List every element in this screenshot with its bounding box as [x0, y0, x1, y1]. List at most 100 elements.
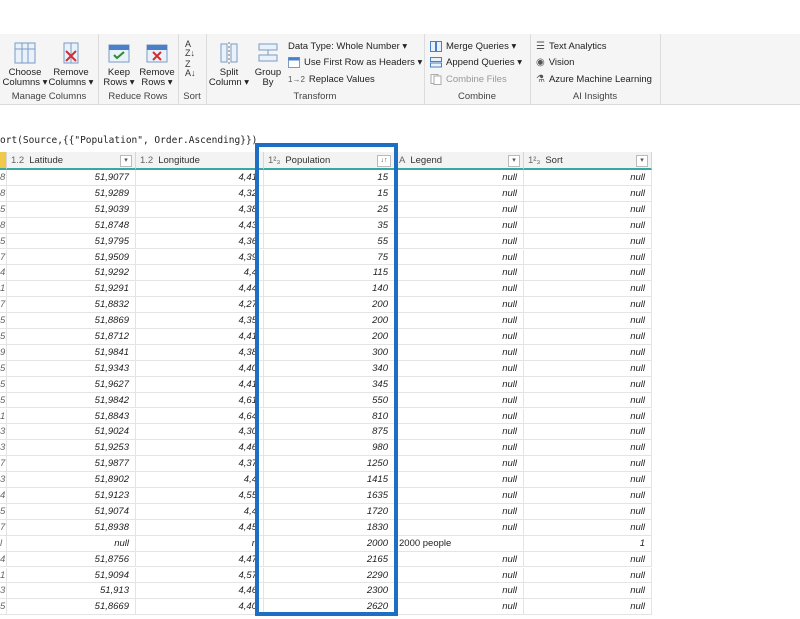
- cell-sort[interactable]: 1: [524, 535, 652, 552]
- cell-legend[interactable]: null: [395, 503, 524, 520]
- row-index[interactable]: 5: [0, 503, 7, 520]
- cell-latitude[interactable]: 51,9291: [7, 281, 136, 298]
- filter-dropdown-icon[interactable]: ▾: [508, 155, 520, 167]
- cell-sort[interactable]: null: [524, 440, 652, 457]
- cell-longitude[interactable]: n: [136, 535, 264, 552]
- header-latitude[interactable]: 1.2 Latitude ▾: [7, 152, 136, 170]
- cell-sort[interactable]: null: [524, 297, 652, 314]
- cell-sort[interactable]: null: [524, 360, 652, 377]
- cell-sort[interactable]: null: [524, 551, 652, 568]
- header-sort[interactable]: 1²₃ Sort ▾: [524, 152, 652, 170]
- cell-sort[interactable]: null: [524, 281, 652, 298]
- row-index[interactable]: 5: [0, 599, 7, 616]
- remove-columns-button[interactable]: Remove Columns ▾: [48, 40, 94, 88]
- cell-sort[interactable]: null: [524, 599, 652, 616]
- cell-legend[interactable]: null: [395, 329, 524, 345]
- cell-sort[interactable]: null: [524, 313, 652, 329]
- cell-legend[interactable]: null: [395, 185, 524, 202]
- merge-queries-button[interactable]: Merge Queries ▾: [430, 39, 516, 53]
- row-index[interactable]: 5: [0, 233, 7, 250]
- cell-sort[interactable]: null: [524, 488, 652, 504]
- cell-legend[interactable]: null: [395, 519, 524, 536]
- row-index[interactable]: 5: [0, 329, 7, 345]
- group-by-button[interactable]: Group By: [250, 40, 286, 88]
- cell-sort[interactable]: null: [524, 344, 652, 361]
- cell-legend[interactable]: null: [395, 408, 524, 425]
- cell-longitude[interactable]: 4,37: [136, 456, 264, 473]
- cell-longitude[interactable]: 4,41: [136, 170, 264, 186]
- cell-legend[interactable]: 2000 people: [395, 535, 524, 552]
- row-index[interactable]: 1: [0, 281, 7, 298]
- cell-legend[interactable]: null: [395, 281, 524, 298]
- cell-legend[interactable]: null: [395, 440, 524, 457]
- cell-longitude[interactable]: 4,46: [136, 583, 264, 600]
- cell-sort[interactable]: null: [524, 503, 652, 520]
- row-index[interactable]: 3: [0, 583, 7, 600]
- row-index[interactable]: 1: [0, 408, 7, 425]
- filter-dropdown-icon[interactable]: ▾: [636, 155, 648, 167]
- cell-latitude[interactable]: 51,9289: [7, 185, 136, 202]
- cell-legend[interactable]: null: [395, 360, 524, 377]
- cell-longitude[interactable]: 4,55: [136, 488, 264, 504]
- cell-longitude[interactable]: 4,41: [136, 376, 264, 393]
- cell-latitude[interactable]: 51,9509: [7, 249, 136, 266]
- cell-sort[interactable]: null: [524, 201, 652, 218]
- row-index[interactable]: 4: [0, 265, 7, 282]
- cell-sort[interactable]: null: [524, 519, 652, 536]
- cell-sort[interactable]: null: [524, 408, 652, 425]
- cell-sort[interactable]: null: [524, 170, 652, 186]
- cell-longitude[interactable]: 4,44: [136, 281, 264, 298]
- row-index[interactable]: 4: [0, 551, 7, 568]
- cell-legend[interactable]: null: [395, 313, 524, 329]
- cell-sort[interactable]: null: [524, 456, 652, 473]
- cell-longitude[interactable]: 4,64: [136, 408, 264, 425]
- cell-latitude[interactable]: 51,9627: [7, 376, 136, 393]
- cell-sort[interactable]: null: [524, 392, 652, 409]
- cell-legend[interactable]: null: [395, 599, 524, 616]
- cell-latitude[interactable]: 51,8832: [7, 297, 136, 314]
- cell-latitude[interactable]: 51,8938: [7, 519, 136, 536]
- cell-sort[interactable]: null: [524, 185, 652, 202]
- cell-longitude[interactable]: 4,45: [136, 519, 264, 536]
- cell-legend[interactable]: null: [395, 170, 524, 186]
- row-index[interactable]: 8: [0, 170, 7, 186]
- azure-ml-button[interactable]: ⚗ Azure Machine Learning: [536, 72, 652, 86]
- cell-legend[interactable]: null: [395, 472, 524, 488]
- cell-longitude[interactable]: 4,36: [136, 233, 264, 250]
- cell-legend[interactable]: null: [395, 551, 524, 568]
- cell-longitude[interactable]: 4,27: [136, 297, 264, 314]
- cell-latitude[interactable]: 51,9795: [7, 233, 136, 250]
- cell-sort[interactable]: null: [524, 583, 652, 600]
- cell-longitude[interactable]: 4,41: [136, 329, 264, 345]
- cell-latitude[interactable]: 51,8902: [7, 472, 136, 488]
- header-legend[interactable]: A Legend ▾: [395, 152, 524, 170]
- cell-latitude[interactable]: 51,8869: [7, 313, 136, 329]
- row-index[interactable]: 5: [0, 201, 7, 218]
- choose-columns-button[interactable]: Choose Columns ▾: [2, 40, 48, 88]
- cell-latitude[interactable]: 51,9094: [7, 567, 136, 584]
- replace-values-button[interactable]: 1→2 Replace Values: [288, 72, 375, 86]
- cell-longitude[interactable]: 4,30: [136, 424, 264, 441]
- cell-latitude[interactable]: 51,9343: [7, 360, 136, 377]
- sort-ascending-icon[interactable]: A Z↓: [185, 40, 195, 58]
- combine-files-button[interactable]: Combine Files: [430, 72, 507, 86]
- row-index[interactable]: 5: [0, 313, 7, 329]
- cell-sort[interactable]: null: [524, 424, 652, 441]
- cell-longitude[interactable]: 4,38: [136, 201, 264, 218]
- row-index[interactable]: 8: [0, 185, 7, 202]
- vision-button[interactable]: ◉ Vision: [536, 55, 574, 69]
- cell-latitude[interactable]: 51,8712: [7, 329, 136, 345]
- remove-rows-button[interactable]: Remove Rows ▾: [138, 40, 176, 88]
- row-index[interactable]: l: [0, 535, 7, 552]
- cell-longitude[interactable]: 4,40: [136, 599, 264, 616]
- cell-longitude[interactable]: 4,46: [136, 440, 264, 457]
- cell-longitude[interactable]: 4,32: [136, 185, 264, 202]
- cell-longitude[interactable]: 4,57: [136, 567, 264, 584]
- row-index[interactable]: 7: [0, 249, 7, 266]
- cell-sort[interactable]: null: [524, 217, 652, 234]
- row-index[interactable]: 5: [0, 376, 7, 393]
- sort-descending-icon[interactable]: Z A↓: [185, 60, 196, 78]
- cell-legend[interactable]: null: [395, 488, 524, 504]
- row-index[interactable]: 1: [0, 567, 7, 584]
- text-type-icon[interactable]: A: [399, 155, 405, 166]
